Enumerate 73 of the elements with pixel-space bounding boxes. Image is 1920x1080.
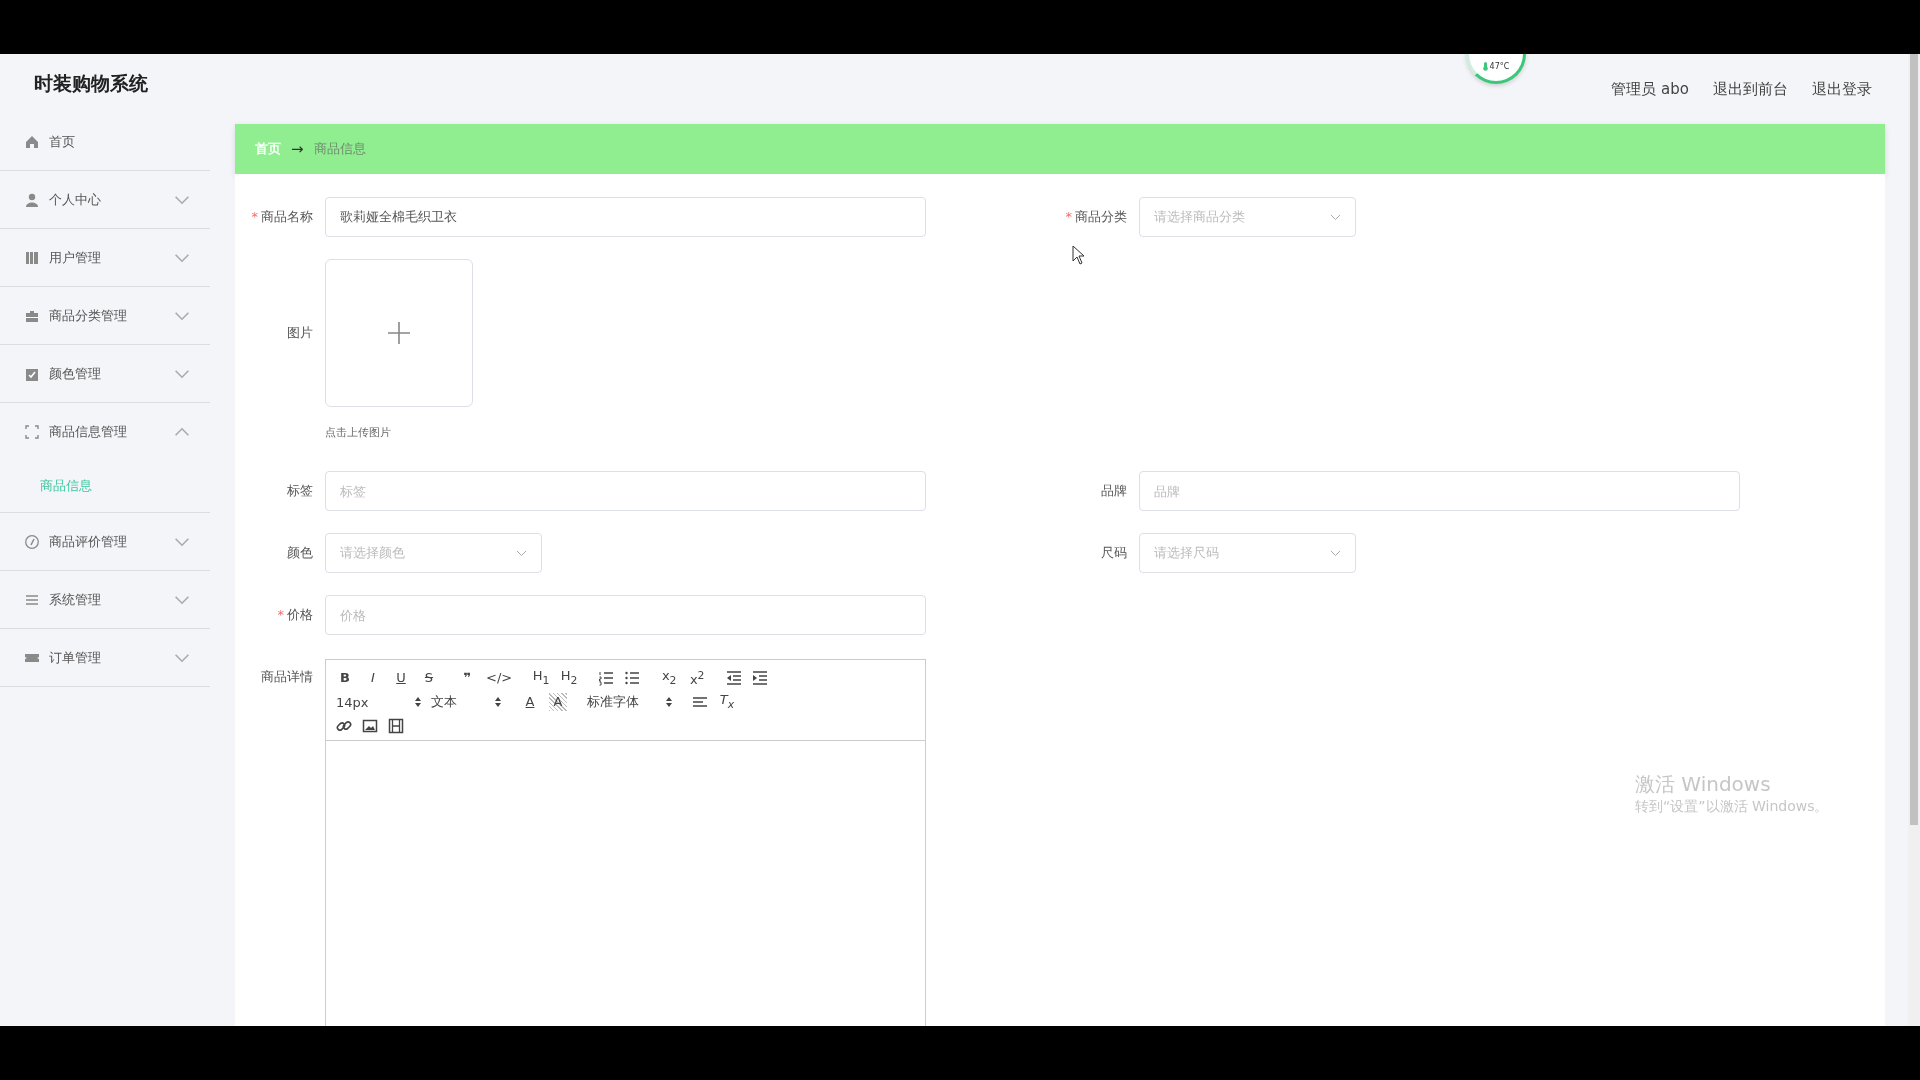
- updown-arrows-icon: [415, 697, 421, 707]
- toolbar-picker[interactable]: 14px: [336, 694, 421, 710]
- updown-arrows-icon: [495, 697, 501, 707]
- chevron-down-icon: [1330, 213, 1341, 221]
- sidebar-menu-item[interactable]: 商品分类管理: [0, 287, 210, 344]
- toolbar-button[interactable]: A: [521, 693, 539, 711]
- link-icon[interactable]: [336, 718, 352, 734]
- required-asterisk: *: [251, 208, 258, 226]
- books-icon: [24, 249, 40, 266]
- align-left-icon[interactable]: [692, 694, 708, 710]
- outdent-icon[interactable]: [726, 670, 743, 686]
- indent-icon[interactable]: [752, 670, 769, 686]
- sidebar-menu-item[interactable]: 系统管理: [0, 571, 210, 628]
- sidebar-menu-item[interactable]: 用户管理: [0, 229, 210, 286]
- field-label: 标签: [287, 482, 313, 500]
- sidebar-menu-item[interactable]: 颜色管理: [0, 345, 210, 402]
- toolbar-picker[interactable]: 标准字体: [587, 693, 672, 711]
- text-input-field[interactable]: 品牌: [1139, 471, 1740, 511]
- breadcrumb-separator: →: [291, 140, 304, 158]
- toolbar-button[interactable]: x$_{2}$: [660, 666, 679, 690]
- text-input-field[interactable]: 歌莉娅全棉毛织卫衣: [325, 197, 926, 237]
- thermometer-icon: [1482, 62, 1488, 71]
- ordered-list-icon[interactable]: [598, 670, 615, 686]
- film-icon[interactable]: [388, 718, 404, 734]
- text-input-field[interactable]: 标签: [325, 471, 926, 511]
- toolbar-button[interactable]: T$_{x}$: [718, 690, 736, 714]
- toolbar-button[interactable]: U: [392, 669, 410, 687]
- frame-corners-icon: [24, 423, 40, 440]
- field-label: 商品名称: [261, 208, 313, 226]
- toolbar-button[interactable]: x$^{2}$: [688, 666, 707, 690]
- field-label: 图片: [287, 324, 313, 342]
- sidebar-menu-item[interactable]: 商品评价管理: [0, 513, 210, 570]
- toolbar-button[interactable]: H$_{2}$: [560, 666, 579, 690]
- app-title: 时装购物系统: [33, 70, 149, 96]
- toolbar-button[interactable]: H$_{1}$: [532, 666, 551, 690]
- required-asterisk: *: [277, 606, 284, 624]
- bullet-list-icon[interactable]: [624, 670, 641, 686]
- header-link[interactable]: 管理员 abo: [1611, 79, 1689, 99]
- home-icon: [24, 133, 40, 150]
- plus-icon: [387, 321, 411, 345]
- breadcrumb-item: 商品信息: [313, 140, 366, 158]
- sidebar-menu-item[interactable]: 商品信息管理: [0, 403, 210, 460]
- upload-hint: 点击上传图片: [325, 425, 392, 440]
- header-link[interactable]: 退出到前台: [1713, 79, 1788, 99]
- scrollbar[interactable]: [1908, 54, 1920, 1026]
- notice-title: 激活 Windows: [1635, 771, 1772, 798]
- header-link[interactable]: 退出登录: [1812, 79, 1872, 99]
- sidebar-menu-item[interactable]: 个人中心: [0, 171, 210, 228]
- field-label: 商品详情: [261, 668, 313, 686]
- toolbar-picker[interactable]: 文本: [431, 693, 501, 711]
- text-input-field[interactable]: 价格: [325, 595, 926, 635]
- toolbar-button[interactable]: I: [364, 669, 382, 687]
- image-icon[interactable]: [362, 718, 378, 734]
- temperature-widget: 47°C: [1466, 54, 1526, 84]
- required-asterisk: *: [1065, 208, 1072, 226]
- field-label: 商品分类: [1075, 208, 1127, 226]
- field-label: 颜色: [287, 544, 313, 562]
- chevron-down-icon: [516, 549, 527, 557]
- toolbar-button[interactable]: </>: [486, 669, 513, 687]
- toolbar-button[interactable]: B: [336, 669, 354, 687]
- sidebar-menu-item[interactable]: 订单管理: [0, 629, 210, 686]
- toolbar-button[interactable]: ❞: [458, 669, 476, 687]
- toolbar-button[interactable]: A: [549, 693, 567, 711]
- mouse-cursor-icon: [1072, 245, 1086, 265]
- updown-arrows-icon: [666, 697, 672, 707]
- field-label: 尺码: [1101, 544, 1127, 562]
- compass-icon: [24, 533, 40, 550]
- field-label: 价格: [287, 606, 313, 624]
- chevron-down-icon: [1330, 549, 1341, 557]
- field-label: 品牌: [1101, 482, 1127, 500]
- sidebar-menu-item[interactable]: 首页: [0, 113, 210, 170]
- toolbar-button[interactable]: S: [420, 669, 438, 687]
- person-icon: [24, 191, 40, 208]
